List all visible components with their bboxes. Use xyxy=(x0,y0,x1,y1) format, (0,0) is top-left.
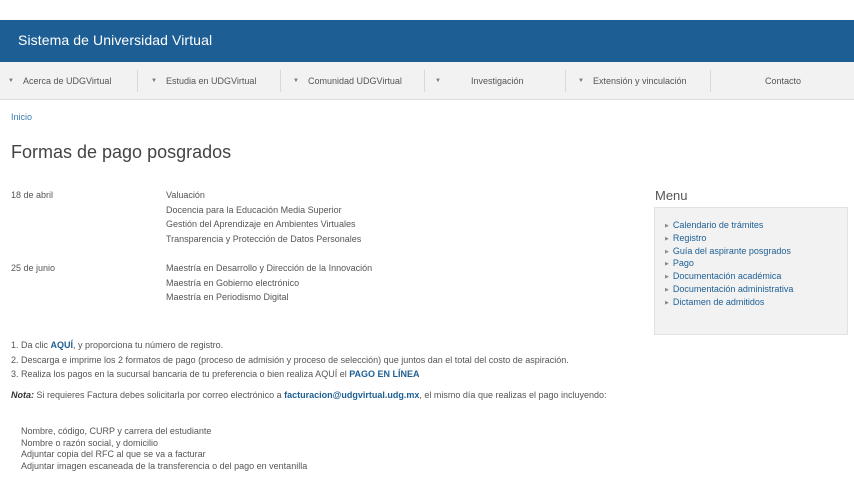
program-item: Transparencia y Protección de Datos Pers… xyxy=(166,233,362,244)
sidebar-item-registro[interactable]: ▶ Registro xyxy=(665,233,793,246)
nav-item-label: Investigación xyxy=(470,76,524,86)
list-item: Adjuntar copia del RFC al que se va a fa… xyxy=(21,449,206,459)
invoice-requirements: Nombre, código, CURP y carrera del estud… xyxy=(21,426,307,472)
breadcrumb-home[interactable]: Inicio xyxy=(11,112,32,122)
page-title: Formas de pago posgrados xyxy=(11,142,232,162)
list-item: Adjuntar imagen escaneada de la transfer… xyxy=(21,460,308,471)
nav-divider xyxy=(565,70,566,92)
chevron-down-icon: ▼ xyxy=(578,78,584,84)
step-1: 1. Da clic AQUÍ, y proporciona tu número… xyxy=(11,340,224,350)
aqui-link[interactable]: AQUÍ xyxy=(51,340,74,350)
chevron-down-icon: ▼ xyxy=(151,78,157,84)
chevron-down-icon: ▼ xyxy=(435,78,441,84)
program-item: Docencia para la Educación Media Superio… xyxy=(166,204,342,215)
email-link[interactable]: facturacion@udgvirtual.udg.mx xyxy=(284,390,419,400)
program-item: Maestría en Periodismo Digital xyxy=(166,292,289,302)
nav-divider xyxy=(280,70,281,92)
sidebar-item-dictamen[interactable]: ▶ Dictamen de admitidos xyxy=(665,297,793,310)
nav-item-contacto[interactable]: Contacto xyxy=(765,62,801,100)
program-list: Maestría en Desarrollo y Dirección de la… xyxy=(166,261,372,305)
chevron-down-icon: ▼ xyxy=(293,78,299,84)
nav-item-investigacion[interactable]: ▼ Investigación xyxy=(435,62,524,100)
program-item: Maestría en Gobierno electrónico xyxy=(166,277,300,288)
nav-divider xyxy=(424,70,425,92)
nav-item-acerca[interactable]: ▼ Acerca de UDGVirtual xyxy=(8,62,111,100)
nav-item-estudia[interactable]: ▼ Estudia en UDGVirtual xyxy=(151,62,256,100)
step-2: 2. Descarga e imprime los 2 formatos de … xyxy=(11,354,569,365)
list-item: Nombre, código, CURP y carrera del estud… xyxy=(21,426,212,436)
caret-right-icon: ▶ xyxy=(665,223,669,229)
nav-item-label: Estudia en UDGVirtual xyxy=(165,76,257,86)
site-header: Sistema de Universidad Virtual xyxy=(0,20,854,62)
nav-divider xyxy=(137,70,138,92)
pago-en-linea-link[interactable]: PAGO EN LÍNEA xyxy=(349,369,419,379)
caret-right-icon: ▶ xyxy=(665,248,669,255)
schedule-date: 25 de junio xyxy=(11,263,56,273)
caret-right-icon: ▶ xyxy=(665,299,669,306)
program-item: Gestión del Aprendizaje en Ambientes Vir… xyxy=(166,219,356,229)
nav-item-label: Contacto xyxy=(765,76,802,86)
program-item: Valuación xyxy=(166,190,205,200)
main-nav: ▼ Acerca de UDGVirtual ▼ Estudia en UDGV… xyxy=(0,62,854,100)
site-title[interactable]: Sistema de Universidad Virtual xyxy=(18,32,212,48)
sidebar-menu-title: Menu xyxy=(655,188,688,203)
list-item: Nombre o razón social, y domicilio xyxy=(21,437,159,448)
nav-item-label: Extensión y vinculación xyxy=(592,76,687,86)
schedule-date: 18 de abril xyxy=(11,190,54,200)
sidebar-item-doc-administrativa[interactable]: ▶ Documentación administrativa xyxy=(665,284,793,297)
program-item: Maestría en Desarrollo y Dirección de la… xyxy=(166,263,373,273)
payment-steps: 1. Da clic AQUÍ, y proporciona tu número… xyxy=(11,338,569,382)
chevron-down-icon: ▼ xyxy=(8,78,14,84)
caret-right-icon: ▶ xyxy=(665,274,669,281)
sidebar-item-pago[interactable]: ▶ Pago xyxy=(665,258,793,271)
nav-item-comunidad[interactable]: ▼ Comunidad UDGVirtual xyxy=(293,62,402,100)
nav-item-extension[interactable]: ▼ Extensión y vinculación xyxy=(578,62,687,100)
program-list: Valuación Docencia para la Educación Med… xyxy=(166,188,361,246)
sidebar-item-guia[interactable]: ▶ Guía del aspirante posgrados xyxy=(665,246,793,259)
nav-item-label: Acerca de UDGVirtual xyxy=(22,76,112,86)
note-label: Nota: xyxy=(11,390,34,400)
nav-divider xyxy=(710,70,711,92)
invoice-note: Nota: Si requieres Factura debes solicit… xyxy=(11,390,607,400)
sidebar-item-doc-academica[interactable]: ▶ Documentación académica xyxy=(665,271,793,284)
sidebar-menu-list: ▶ Calendario de trámites ▶ Registro ▶ Guía … xyxy=(665,220,793,310)
caret-right-icon: ▶ xyxy=(665,261,669,268)
sidebar-item-calendario[interactable]: ▶ Calendario de trámites xyxy=(665,220,793,233)
sidebar-menu: ▶ Calendario de trámites ▶ Registro ▶ Guía … xyxy=(654,207,848,335)
nav-item-label: Comunidad UDGVirtual xyxy=(307,76,402,86)
caret-right-icon: ▶ xyxy=(665,286,669,293)
caret-right-icon: ▶ xyxy=(665,235,669,242)
step-3: 3. Realiza los pagos en la sucursal banc… xyxy=(11,369,420,379)
